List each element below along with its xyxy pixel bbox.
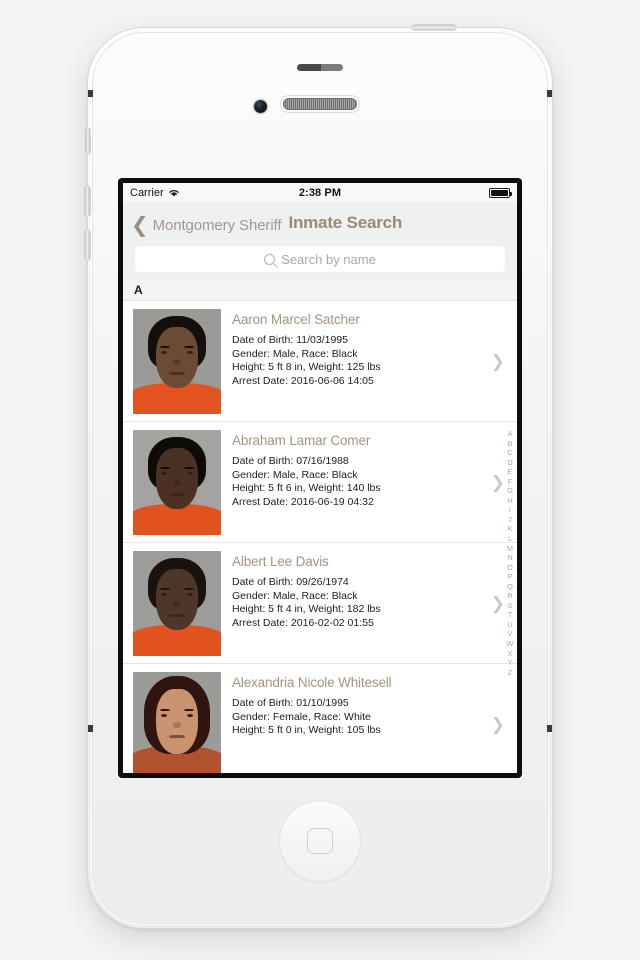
- index-letter-i[interactable]: I: [509, 505, 511, 515]
- chevron-right-icon: ❯: [490, 714, 505, 734]
- inmate-row[interactable]: Abraham Lamar Comer Date of Birth: 07/16/…: [123, 422, 517, 543]
- antenna-band: [547, 725, 552, 732]
- index-letter-p[interactable]: P: [508, 572, 513, 582]
- status-bar-right: [341, 187, 512, 198]
- inmate-gender-race: Gender: Male, Race: Black: [232, 468, 358, 481]
- index-letter-d[interactable]: D: [507, 458, 512, 468]
- inmate-info: Alexandria Nicole Whitesell Date of Birth…: [221, 672, 491, 773]
- inmate-name: Albert Lee Davis: [232, 554, 329, 569]
- volume-down-button[interactable]: [85, 230, 90, 260]
- inmate-height-weight: Height: 5 ft 4 in, Weight: 182 lbs: [232, 603, 381, 616]
- inmate-list[interactable]: Aaron Marcel Satcher Date of Birth: 11/03…: [123, 301, 517, 773]
- index-letter-z[interactable]: Z: [508, 668, 513, 678]
- wifi-icon: [168, 189, 179, 197]
- earpiece-speaker-icon: [283, 98, 357, 110]
- index-letter-q[interactable]: Q: [507, 582, 513, 592]
- index-letter-h[interactable]: H: [507, 496, 512, 506]
- inmate-info: Aaron Marcel Satcher Date of Birth: 11/03…: [221, 309, 491, 414]
- status-bar-clock: 2:38 PM: [298, 186, 342, 199]
- home-square-icon: [307, 828, 333, 854]
- inmate-height-weight: Height: 5 ft 8 in, Weight: 125 lbs: [232, 361, 381, 374]
- status-bar: Carrier 2:38 PM: [123, 183, 517, 202]
- index-letter-a[interactable]: A: [508, 429, 513, 439]
- inmate-mugshot: [133, 309, 221, 414]
- inmate-arrest: Arrest Date: 2016-06-06 14:05: [232, 374, 374, 387]
- antenna-band: [88, 90, 93, 97]
- index-letter-b[interactable]: B: [508, 439, 513, 449]
- index-letter-g[interactable]: G: [507, 486, 513, 496]
- search-placeholder: Search by name: [281, 251, 376, 267]
- navigation-bar: ❮ Montgomery Sheriff Inmate Search: [123, 202, 517, 244]
- home-button[interactable]: [279, 800, 361, 882]
- inmate-gender-race: Gender: Male, Race: Black: [232, 589, 358, 602]
- inmate-row[interactable]: Albert Lee Davis Date of Birth: 09/26/197…: [123, 543, 517, 664]
- inmate-name: Aaron Marcel Satcher: [232, 312, 360, 327]
- phone-screen: Carrier 2:38 PM ❮ Montgomery Sheriff Inm…: [123, 183, 517, 773]
- index-letter-r[interactable]: R: [507, 591, 512, 601]
- front-camera-icon: [254, 100, 267, 113]
- inmate-gender-race: Gender: Female, Race: White: [232, 710, 371, 723]
- inmate-dob: Date of Birth: 11/03/1995: [232, 334, 348, 346]
- chevron-right-icon: ❯: [490, 351, 505, 371]
- index-letter-k[interactable]: K: [508, 524, 513, 534]
- inmate-info: Albert Lee Davis Date of Birth: 09/26/197…: [221, 551, 491, 656]
- status-bar-left: Carrier: [130, 187, 299, 199]
- silent-switch[interactable]: [86, 128, 90, 154]
- inmate-name: Abraham Lamar Comer: [232, 433, 371, 448]
- inmate-height-weight: Height: 5 ft 0 in, Weight: 105 lbs: [232, 724, 381, 737]
- inmate-mugshot: [133, 672, 221, 773]
- index-letter-x[interactable]: X: [508, 649, 513, 659]
- index-letter-u[interactable]: U: [507, 620, 512, 630]
- inmate-dob: Date of Birth: 07/16/1988: [232, 455, 349, 467]
- index-letter-m[interactable]: M: [507, 544, 513, 554]
- index-letter-f[interactable]: F: [508, 477, 513, 487]
- inmate-dob: Date of Birth: 01/10/1995: [232, 697, 349, 709]
- index-letter-y[interactable]: Y: [508, 658, 513, 668]
- inmate-height-weight: Height: 5 ft 6 in, Weight: 140 lbs: [232, 482, 381, 495]
- antenna-band: [88, 725, 93, 732]
- alphabet-index[interactable]: ABCDEFGHIJKLMNOPQRSTUVWXYZ: [504, 429, 516, 677]
- page-title: Inmate Search: [288, 213, 403, 232]
- antenna-band: [547, 90, 552, 97]
- inmate-row[interactable]: Aaron Marcel Satcher Date of Birth: 11/03…: [123, 301, 517, 422]
- phone-device-frame: Carrier 2:38 PM ❮ Montgomery Sheriff Inm…: [85, 25, 552, 928]
- search-icon: [264, 253, 276, 265]
- power-button[interactable]: [412, 25, 456, 30]
- proximity-sensor-icon: [297, 64, 343, 71]
- index-letter-n[interactable]: N: [507, 553, 512, 563]
- section-header: A: [123, 280, 517, 301]
- index-letter-v[interactable]: V: [508, 629, 513, 639]
- inmate-dob: Date of Birth: 09/26/1974: [232, 576, 349, 588]
- search-input[interactable]: Search by name: [135, 246, 505, 272]
- index-letter-o[interactable]: O: [507, 563, 513, 573]
- index-letter-t[interactable]: T: [508, 610, 513, 620]
- inmate-mugshot: [133, 551, 221, 656]
- index-letter-j[interactable]: J: [508, 515, 512, 525]
- inmate-row[interactable]: Alexandria Nicole Whitesell Date of Birth…: [123, 664, 517, 773]
- inmate-arrest: Arrest Date: 2016-06-19 04:32: [232, 495, 374, 508]
- chevron-left-icon: ❮: [131, 213, 149, 237]
- index-letter-l[interactable]: L: [508, 534, 512, 544]
- inmate-arrest: Arrest Date: 2016-02-02 01:55: [232, 616, 374, 629]
- inmate-name: Alexandria Nicole Whitesell: [232, 675, 392, 690]
- back-button-label: Montgomery Sheriff: [152, 216, 282, 234]
- index-letter-s[interactable]: S: [508, 601, 513, 611]
- inmate-mugshot: [133, 430, 221, 535]
- carrier-label: Carrier: [130, 186, 164, 199]
- index-letter-e[interactable]: E: [508, 467, 513, 477]
- volume-up-button[interactable]: [85, 186, 90, 216]
- inmate-gender-race: Gender: Male, Race: Black: [232, 347, 358, 360]
- screen-bezel: Carrier 2:38 PM ❮ Montgomery Sheriff Inm…: [118, 178, 522, 778]
- index-letter-w[interactable]: W: [507, 639, 514, 649]
- inmate-info: Abraham Lamar Comer Date of Birth: 07/16/…: [221, 430, 491, 535]
- back-button[interactable]: ❮ Montgomery Sheriff: [131, 213, 282, 237]
- index-letter-c[interactable]: C: [507, 448, 512, 458]
- search-bar: Search by name: [123, 244, 517, 280]
- battery-full-icon: [489, 187, 512, 198]
